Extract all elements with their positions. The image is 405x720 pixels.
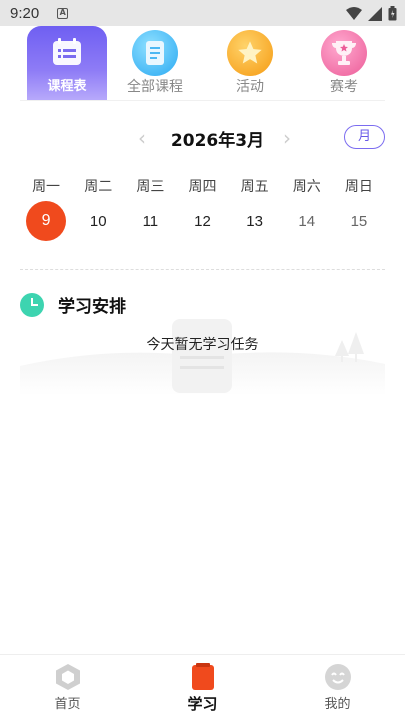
star-icon	[227, 30, 273, 76]
chevron-right-icon[interactable]: ›	[283, 126, 291, 150]
date-number: 10	[89, 212, 107, 230]
weekday-label: 周日	[344, 179, 373, 195]
notification-a-icon: A	[57, 7, 69, 19]
date-number: 12	[194, 212, 211, 230]
nav-home[interactable]: 首页	[0, 655, 135, 720]
date-number: 15	[350, 212, 368, 230]
tab-schedule[interactable]: 课程表	[27, 26, 107, 100]
date-cell[interactable]: 15	[333, 201, 385, 241]
date-number: 14	[298, 212, 316, 230]
date-number: 9	[26, 201, 67, 241]
home-hexagon-icon	[55, 664, 80, 690]
book-icon	[191, 663, 214, 690]
weekday-label: 周二	[84, 179, 113, 195]
nav-mine[interactable]: 我的	[270, 655, 405, 720]
trophy-icon	[321, 30, 367, 76]
weekday-label: 周五	[240, 179, 269, 195]
month-view-toggle[interactable]: 月	[344, 125, 385, 149]
date-cell[interactable]: 14	[281, 201, 333, 241]
bottom-navigation: 首页 学习 我的	[0, 654, 405, 720]
courses-icon	[132, 30, 178, 76]
status-bar: 9:20 A	[0, 0, 405, 26]
weekday-row: 周一 周二 周三 周四 周五 周六 周日	[20, 176, 385, 196]
clock-icon	[20, 292, 44, 317]
tab-divider	[20, 100, 385, 101]
date-cell[interactable]: 13	[229, 201, 281, 241]
nav-label: 首页	[54, 697, 81, 712]
chevron-left-icon[interactable]: ‹	[138, 126, 146, 150]
tab-label: 全部课程	[127, 79, 183, 95]
date-number: 13	[246, 212, 263, 230]
dashed-divider	[20, 269, 385, 270]
weekday-label: 周一	[32, 179, 61, 195]
date-cell[interactable]: 10	[72, 201, 124, 241]
signal-icon	[368, 6, 382, 21]
battery-icon	[388, 6, 397, 21]
date-number: 11	[142, 212, 159, 230]
plan-title: 学习安排	[58, 297, 126, 317]
date-cell-selected[interactable]: 9	[20, 201, 72, 241]
tab-label: 活动	[236, 79, 264, 95]
status-time: 9:20	[10, 4, 40, 22]
schedule-icon	[53, 38, 81, 65]
nav-label: 学习	[187, 695, 218, 713]
nav-study[interactable]: 学习	[135, 655, 270, 720]
plan-header: 学习安排	[20, 292, 126, 317]
weekday-label: 周三	[136, 179, 165, 195]
empty-state-illustration	[20, 319, 385, 396]
empty-message: 今天暂无学习任务	[146, 337, 259, 353]
category-tabs: 课程表 全部课程 活动 赛考	[0, 26, 405, 102]
tab-label: 赛考	[330, 79, 358, 95]
wifi-icon	[346, 6, 362, 20]
weekday-label: 周六	[292, 179, 321, 195]
weekday-label: 周四	[188, 179, 217, 195]
month-title: 2026年3月	[170, 131, 265, 151]
date-cell[interactable]: 12	[176, 201, 228, 241]
nav-label: 我的	[324, 697, 351, 712]
date-cell[interactable]: 11	[124, 201, 176, 241]
smiley-icon	[324, 664, 351, 690]
month-selector: ‹ 2026年3月 › 月	[0, 122, 405, 154]
tab-label: 课程表	[47, 79, 87, 94]
tab-competitions[interactable]: 赛考	[304, 26, 384, 100]
date-row: 9 10 11 12 13 14 15	[20, 201, 385, 241]
status-icons	[346, 6, 397, 21]
tab-all-courses[interactable]: 全部课程	[115, 26, 195, 100]
tab-activities[interactable]: 活动	[210, 26, 290, 100]
